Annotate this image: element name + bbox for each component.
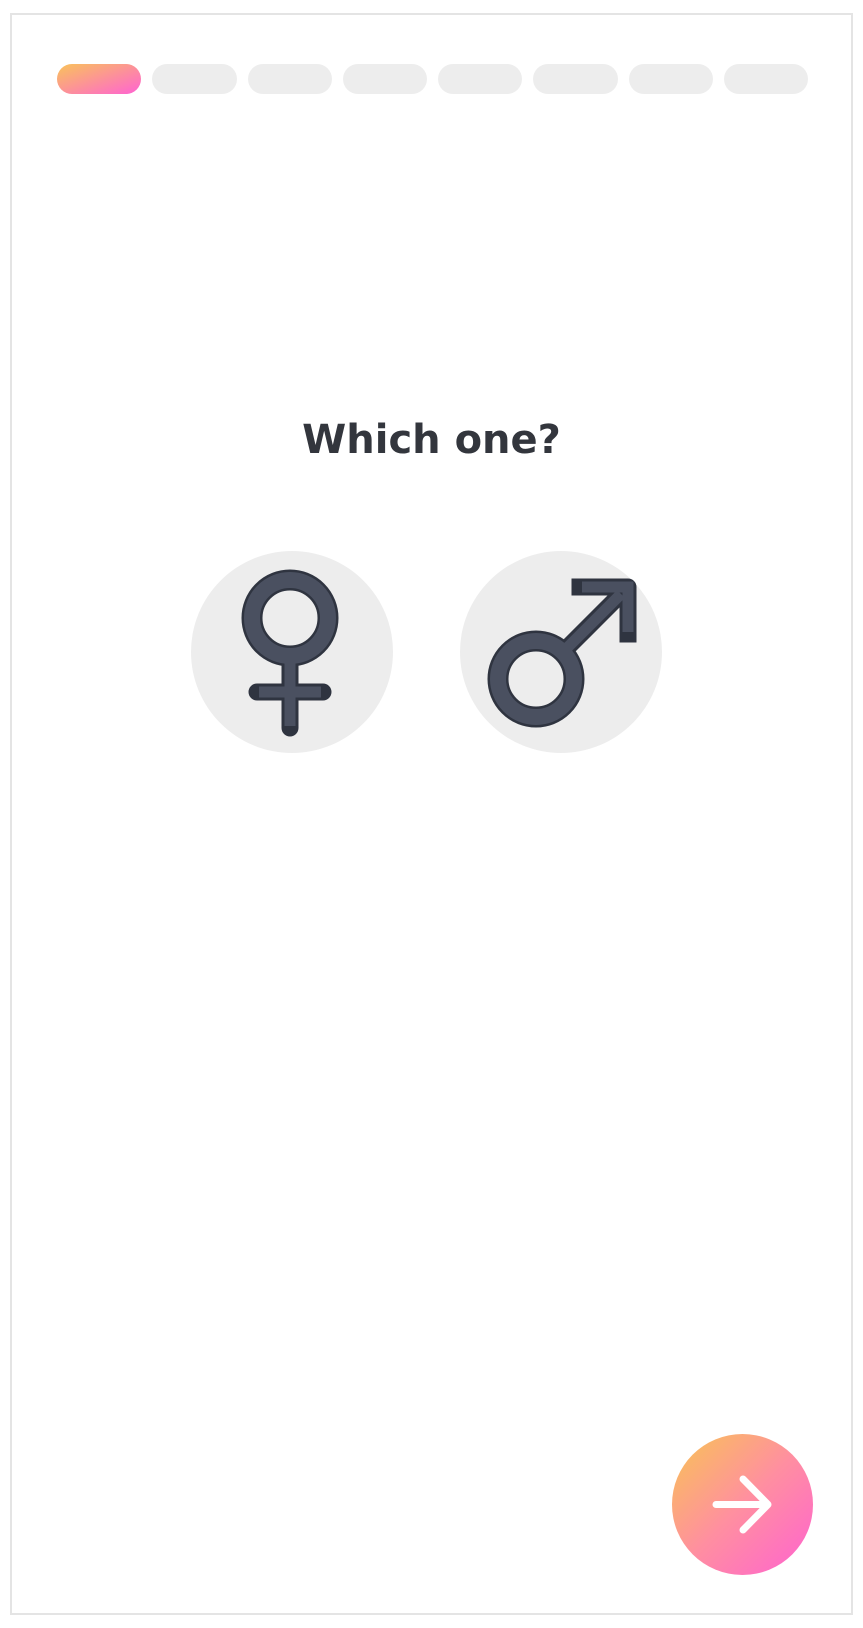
- gender-options: [0, 551, 863, 753]
- app-frame: [10, 13, 853, 1615]
- progress-step: [628, 64, 713, 94]
- progress-step: [57, 64, 142, 94]
- male-option-button[interactable]: [460, 551, 662, 753]
- question-title: Which one?: [302, 417, 561, 463]
- progress-step: [152, 64, 237, 94]
- progress-step: [247, 64, 332, 94]
- progress-step: [342, 64, 427, 94]
- progress-step: [533, 64, 618, 94]
- progress-step: [438, 64, 523, 94]
- female-symbol-icon: [241, 569, 339, 737]
- male-symbol-icon: [487, 578, 637, 728]
- progress-bar: [57, 64, 808, 94]
- female-option-button[interactable]: [191, 551, 393, 753]
- arrow-right-icon: [712, 1475, 772, 1534]
- progress-step: [723, 64, 808, 94]
- next-button[interactable]: [672, 1434, 813, 1575]
